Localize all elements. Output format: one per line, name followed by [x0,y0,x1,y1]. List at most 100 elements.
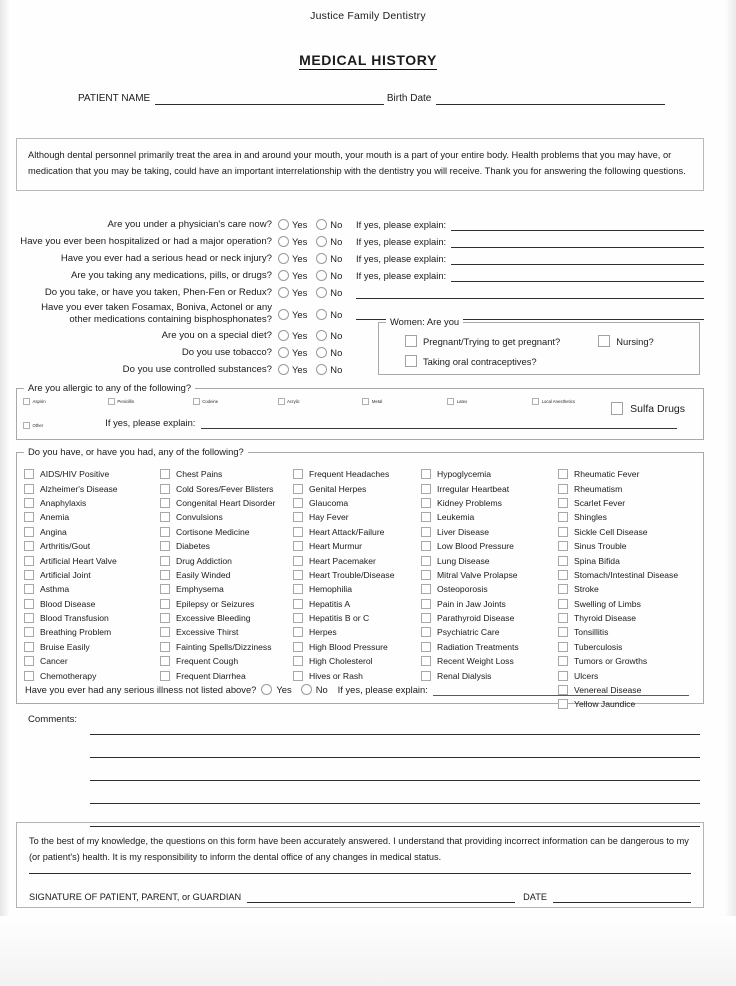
condition-option[interactable]: Tuberculosis [558,640,696,654]
condition-option[interactable]: Genital Herpes [293,481,421,495]
condition-checkbox[interactable] [160,656,170,667]
question-yes-radio[interactable] [278,308,289,320]
condition-checkbox[interactable] [293,598,303,609]
allergy-checkbox[interactable] [192,398,200,405]
condition-option[interactable]: Yellow Jaundice [558,697,696,711]
allergy-option[interactable]: Penicillin [107,398,193,405]
condition-checkbox[interactable] [421,469,431,480]
condition-checkbox[interactable] [24,469,34,480]
condition-checkbox[interactable] [421,526,431,537]
question-no-radio[interactable] [316,330,328,341]
condition-option[interactable]: Frequent Diarrhea [160,668,293,682]
question-yes-radio[interactable] [278,287,289,298]
condition-option[interactable]: Sickle Cell Disease [558,525,696,539]
condition-checkbox[interactable] [558,627,568,638]
condition-option[interactable]: Frequent Cough [160,654,293,668]
condition-checkbox[interactable] [24,526,34,537]
condition-checkbox[interactable] [421,613,431,624]
condition-option[interactable]: Swelling of Limbs [558,597,696,611]
question-no-radio[interactable] [316,364,328,375]
condition-option[interactable]: Excessive Bleeding [160,611,293,625]
condition-checkbox[interactable] [558,569,568,580]
question-no-radio[interactable] [316,308,328,320]
sulfa-drugs-checkbox[interactable] [611,402,624,415]
condition-checkbox[interactable] [293,584,303,595]
condition-option[interactable]: Tonsillitis [558,625,696,639]
condition-option[interactable]: AIDS/HIV Positive [24,467,160,481]
question-explain-input[interactable] [451,270,704,282]
condition-option[interactable]: Fainting Spells/Dizziness [160,640,293,654]
condition-option[interactable]: Hypoglycemia [421,467,558,481]
condition-checkbox[interactable] [558,469,568,480]
comments-line[interactable] [90,758,700,781]
condition-option[interactable]: Scarlet Fever [558,496,696,510]
condition-checkbox[interactable] [24,613,34,624]
condition-option[interactable]: Heart Murmur [293,539,421,553]
condition-option[interactable]: Blood Transfusion [24,611,160,625]
condition-option[interactable]: Irregular Heartbeat [421,481,558,495]
condition-checkbox[interactable] [293,497,303,508]
condition-option[interactable]: Rheumatic Fever [558,467,696,481]
condition-option[interactable]: Congenital Heart Disorder [160,496,293,510]
allergy-checkbox[interactable] [532,398,540,405]
condition-checkbox[interactable] [160,627,170,638]
comments-line[interactable] [90,735,700,758]
condition-option[interactable]: Herpes [293,625,421,639]
condition-option[interactable]: Radiation Treatments [421,640,558,654]
condition-option[interactable]: Stroke [558,582,696,596]
condition-checkbox[interactable] [160,512,170,523]
condition-option[interactable]: Shingles [558,510,696,524]
condition-checkbox[interactable] [24,670,34,681]
condition-option[interactable]: Spina Bifida [558,553,696,567]
condition-option[interactable]: Cortisone Medicine [160,525,293,539]
condition-option[interactable]: Anaphylaxis [24,496,160,510]
question-yes-radio[interactable] [278,270,289,281]
condition-checkbox[interactable] [24,569,34,580]
allergies-explain-input[interactable] [201,417,677,429]
condition-option[interactable]: Rheumatism [558,481,696,495]
condition-checkbox[interactable] [421,541,431,552]
condition-option[interactable]: Ulcers [558,668,696,682]
allergy-checkbox[interactable] [107,398,115,405]
condition-option[interactable]: Arthritis/Gout [24,539,160,553]
condition-checkbox[interactable] [558,584,568,595]
condition-checkbox[interactable] [293,670,303,681]
condition-checkbox[interactable] [160,497,170,508]
condition-option[interactable]: Thyroid Disease [558,611,696,625]
condition-option[interactable]: Kidney Problems [421,496,558,510]
question-yes-radio[interactable] [278,347,289,358]
allergy-option[interactable]: Latex [447,398,532,405]
allergy-option[interactable]: Acrylic [277,398,363,405]
question-no-radio[interactable] [316,270,328,281]
nursing-option[interactable]: Nursing? [598,335,654,347]
condition-checkbox[interactable] [421,497,431,508]
condition-option[interactable]: Breathing Problem [24,625,160,639]
condition-checkbox[interactable] [558,541,568,552]
condition-option[interactable]: Hemophilia [293,582,421,596]
condition-option[interactable]: Angina [24,525,160,539]
condition-option[interactable]: Recent Weight Loss [421,654,558,668]
question-yes-radio[interactable] [278,219,289,230]
condition-option[interactable]: Hay Fever [293,510,421,524]
condition-checkbox[interactable] [160,598,170,609]
condition-checkbox[interactable] [293,512,303,523]
condition-checkbox[interactable] [421,627,431,638]
question-yes-radio[interactable] [278,253,289,264]
question-explain-input[interactable] [451,236,704,248]
condition-checkbox[interactable] [421,598,431,609]
condition-option[interactable]: Diabetes [160,539,293,553]
condition-checkbox[interactable] [421,641,431,652]
condition-checkbox[interactable] [293,541,303,552]
condition-option[interactable]: Hives or Rash [293,668,421,682]
condition-option[interactable]: Bruise Easily [24,640,160,654]
pregnant-option[interactable]: Pregnant/Trying to get pregnant? [405,335,560,347]
condition-option[interactable]: Psychiatric Care [421,625,558,639]
question-no-radio[interactable] [316,219,328,230]
serious-illness-no-radio[interactable] [300,684,312,695]
condition-checkbox[interactable] [293,656,303,667]
allergy-option[interactable]: Codeine [192,398,278,405]
condition-checkbox[interactable] [24,598,34,609]
condition-checkbox[interactable] [421,670,431,681]
condition-option[interactable]: Cold Sores/Fever Blisters [160,481,293,495]
condition-checkbox[interactable] [293,469,303,480]
